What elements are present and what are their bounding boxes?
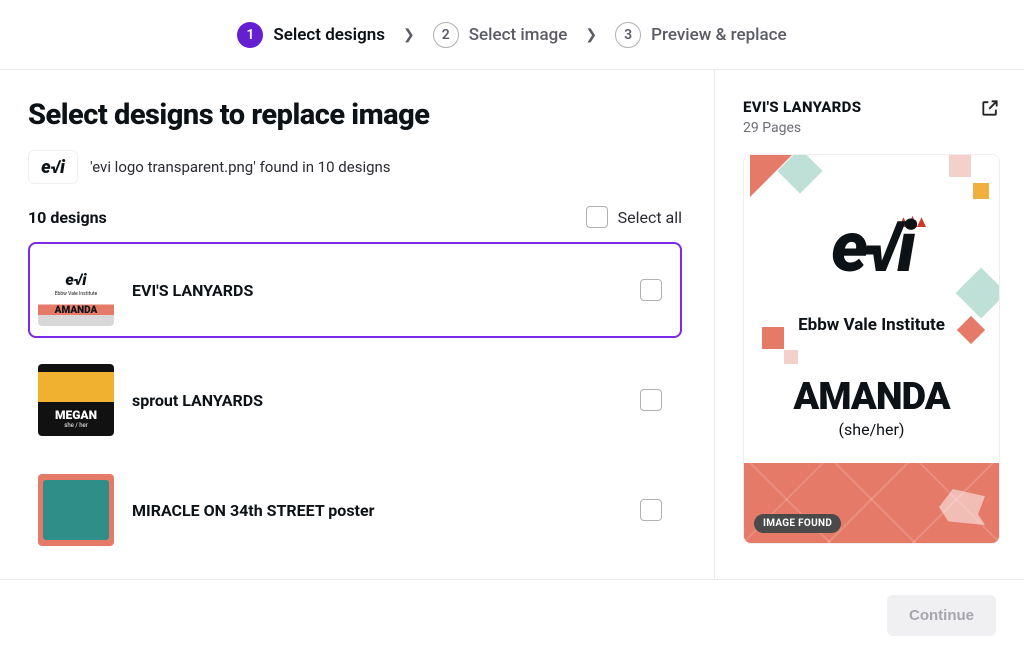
step-1-badge: 1	[237, 22, 263, 48]
select-all-label: Select all	[618, 208, 682, 227]
step-2-badge: 2	[433, 22, 459, 48]
image-found-badge: IMAGE FOUND	[754, 514, 841, 533]
found-info: e√i 'evi logo transparent.png' found in …	[28, 150, 682, 184]
decor-shape	[973, 183, 989, 199]
design-title: EVI'S LANYARDS	[132, 281, 622, 300]
list-header: 10 designs Select all	[28, 206, 682, 228]
design-row[interactable]: e√i Ebbw Vale Institute AMANDA EVI'S LAN…	[28, 242, 682, 338]
preview-pages: 29 Pages	[743, 120, 861, 136]
step-3-label: Preview & replace	[651, 25, 787, 45]
design-row[interactable]: MEGAN she / her sprout LANYARDS	[28, 352, 682, 448]
step-1[interactable]: 1 Select designs	[237, 22, 385, 48]
preview-panel: EVI'S LANYARDS 29 Pages e√i Ebbw Vale In…	[714, 70, 1024, 579]
chevron-right-icon: ❯	[403, 27, 415, 43]
design-thumb	[38, 474, 114, 546]
design-thumb: MEGAN she / her	[38, 364, 114, 436]
design-checkbox[interactable]	[640, 389, 662, 411]
chevron-right-icon: ❯	[585, 27, 597, 43]
left-panel: Select designs to replace image e√i 'evi…	[0, 70, 714, 579]
source-image-thumb: e√i	[28, 150, 78, 184]
design-row[interactable]: MIRACLE ON 34th STREET poster	[28, 462, 682, 558]
stepper: 1 Select designs ❯ 2 Select image ❯ 3 Pr…	[0, 0, 1024, 70]
select-all-checkbox[interactable]	[586, 206, 608, 228]
preview-title: EVI'S LANYARDS	[743, 98, 861, 116]
preview-institute: Ebbw Vale Institute	[744, 315, 999, 335]
design-row[interactable]	[28, 572, 682, 579]
preview-name: AMANDA	[744, 375, 999, 419]
step-3[interactable]: 3 Preview & replace	[615, 22, 787, 48]
preview-card: e√i Ebbw Vale Institute AMANDA (she/her)…	[743, 154, 1000, 544]
footer: Continue	[0, 579, 1024, 651]
design-thumb: e√i Ebbw Vale Institute AMANDA	[38, 254, 114, 326]
step-3-badge: 3	[615, 22, 641, 48]
decor-shape	[784, 350, 798, 364]
select-all[interactable]: Select all	[586, 206, 682, 228]
design-title: sprout LANYARDS	[132, 391, 622, 410]
open-external-icon[interactable]	[980, 98, 1000, 118]
step-2-label: Select image	[469, 25, 568, 45]
page-title: Select designs to replace image	[28, 98, 682, 132]
decor-shape	[949, 155, 971, 177]
step-1-label: Select designs	[273, 25, 385, 45]
design-title: MIRACLE ON 34th STREET poster	[132, 501, 622, 520]
continue-button[interactable]: Continue	[887, 595, 996, 636]
found-text: 'evi logo transparent.png' found in 10 d…	[90, 158, 391, 176]
design-checkbox[interactable]	[640, 279, 662, 301]
design-checkbox[interactable]	[640, 499, 662, 521]
design-count: 10 designs	[28, 208, 107, 227]
step-2[interactable]: 2 Select image	[433, 22, 568, 48]
preview-logo: e√i	[744, 207, 999, 289]
preview-pronouns: (she/her)	[744, 420, 999, 439]
